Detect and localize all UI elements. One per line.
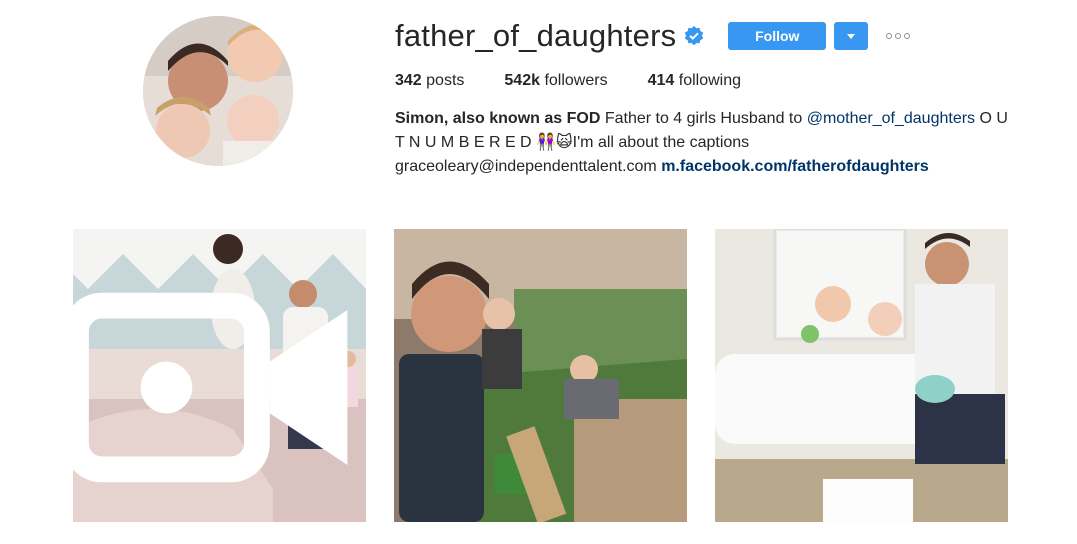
external-link[interactable]: m.facebook.com/fatherofdaughters — [661, 158, 929, 175]
bio-text: I'm all about the captions — [572, 134, 750, 151]
profile-stats: 342 posts 542k followers 414 following — [395, 72, 1035, 90]
video-camera-icon — [73, 292, 348, 483]
caret-down-icon — [847, 33, 856, 39]
verified-badge-icon — [684, 26, 704, 46]
mention-link[interactable]: @mother_of_daughters — [807, 110, 975, 127]
dot-icon — [886, 33, 893, 39]
more-options-button[interactable] — [882, 29, 914, 43]
suggestions-dropdown-button[interactable] — [834, 22, 869, 50]
title-row: father_of_daughters Follow — [395, 14, 1035, 58]
avatar-image — [143, 16, 293, 166]
following-label: following — [678, 72, 742, 89]
dot-icon — [904, 33, 911, 39]
email-text: graceoleary@independenttalent.com — [395, 158, 662, 175]
profile-bio: Simon, also known as FOD Father to 4 gir… — [395, 107, 1015, 179]
post-thumbnail[interactable] — [715, 229, 1008, 522]
username: father_of_daughters — [395, 18, 677, 53]
profile-avatar[interactable] — [143, 16, 293, 166]
followers-label: followers — [544, 72, 608, 89]
followers-stat[interactable]: 542k followers — [504, 72, 607, 90]
followers-count: 542k — [504, 72, 540, 89]
following-count: 414 — [647, 72, 675, 89]
full-name: Simon, also known as FOD — [395, 110, 601, 127]
emoji: 👭🙀 — [536, 134, 573, 151]
bio-text: Father to 4 girls Husband to — [600, 110, 807, 127]
profile-header: father_of_daughters Follow 342 posts 542… — [395, 14, 1035, 179]
following-stat[interactable]: 414 following — [648, 72, 741, 90]
post-thumbnail[interactable] — [394, 229, 687, 522]
follow-button[interactable]: Follow — [728, 22, 827, 50]
post-image — [715, 229, 1008, 522]
dot-icon — [895, 33, 902, 39]
post-image — [394, 229, 687, 522]
posts-label: posts — [426, 72, 465, 89]
posts-stat: 342 posts — [395, 72, 464, 90]
posts-count: 342 — [395, 72, 422, 89]
post-thumbnail[interactable] — [73, 229, 366, 522]
